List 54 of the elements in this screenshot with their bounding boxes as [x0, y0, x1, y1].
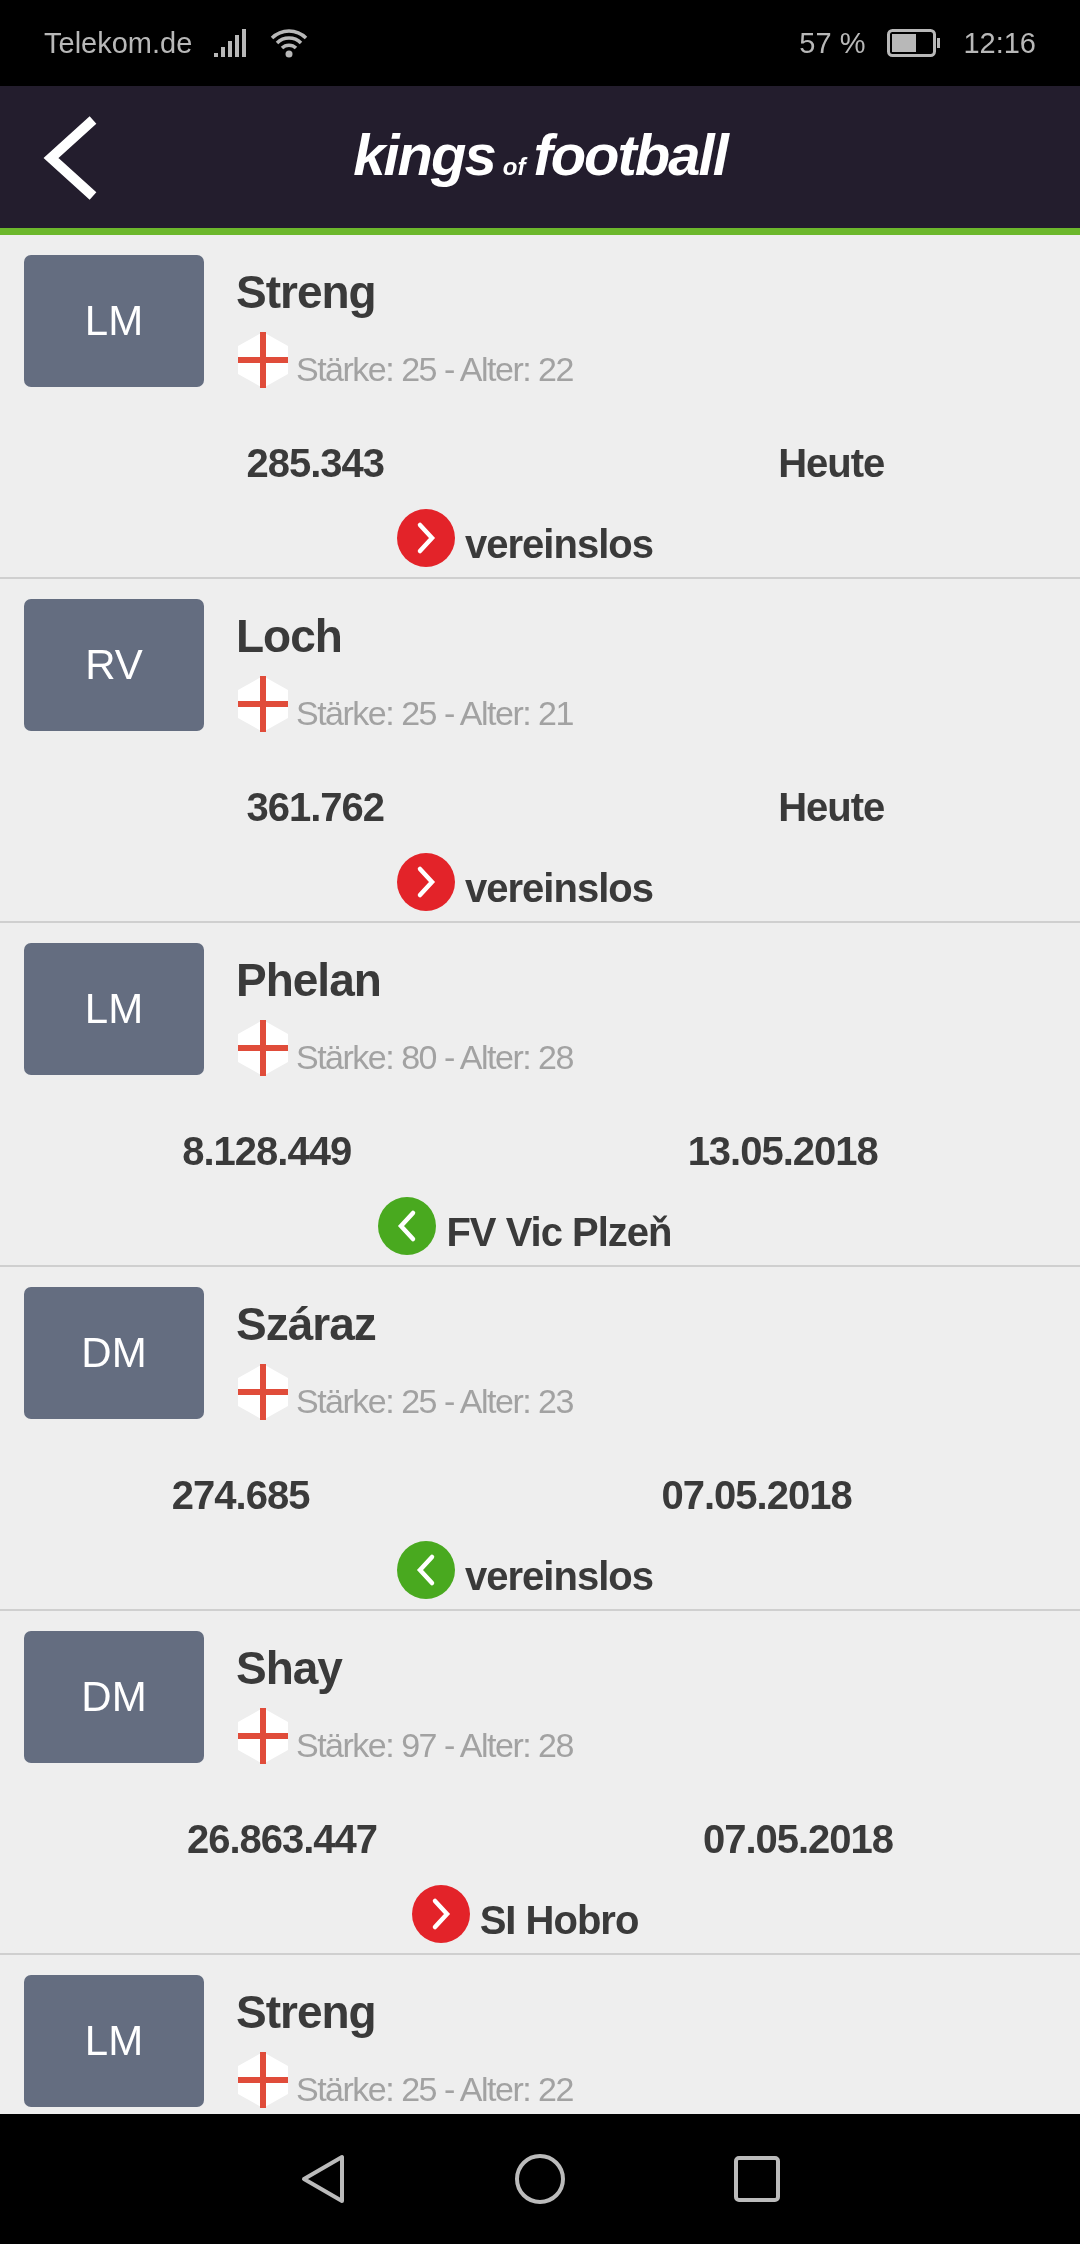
player-stats: Stärke: 97 - Alter: 28 [296, 1726, 573, 1765]
transfer-fee: 26.863.447 [185, 1817, 379, 1862]
transfer-date: 07.05.2018 [701, 1817, 895, 1862]
player-card[interactable]: DM Shay Stärke: 97 - Alter: 28 26.863.447 07.05.2018 SI Hobro [0, 1611, 1080, 1955]
transfer-fee: 8.128.449 [181, 1129, 353, 1174]
player-name: Száraz [236, 1297, 377, 1351]
recents-nav-button[interactable] [734, 2156, 780, 2202]
app-logo: kings of football [353, 120, 727, 188]
carrier-name: Telekom.de [44, 26, 193, 60]
club-name: vereinslos [465, 866, 653, 911]
flag-icon [236, 1363, 290, 1421]
flag-icon [236, 331, 290, 389]
transfer-date: Heute [777, 441, 886, 486]
club-name: SI Hobro [479, 1898, 639, 1943]
home-nav-button[interactable] [514, 2153, 566, 2205]
position-badge: LM [24, 255, 204, 387]
club-name: vereinslos [465, 522, 653, 567]
club-name: vereinslos [465, 1554, 653, 1599]
player-card[interactable]: DM Száraz Stärke: 25 - Alter: 23 274.685 07.05.2018 vereinslos [0, 1267, 1080, 1611]
player-name: Streng [236, 1985, 377, 2039]
player-name: Shay [236, 1641, 344, 1695]
transfer-date: Heute [777, 785, 886, 830]
wifi-icon [270, 28, 309, 58]
flag-icon [236, 1019, 290, 1077]
club-name: FV Vic Plzeň [446, 1210, 672, 1255]
position-badge: DM [24, 1631, 204, 1763]
player-card[interactable]: LM Streng Stärke: 25 - Alter: 22 285.343 Heute vereinslos [0, 235, 1080, 579]
player-stats: Stärke: 25 - Alter: 22 [296, 2070, 573, 2109]
position-badge: LM [24, 943, 204, 1075]
back-nav-button[interactable] [300, 2153, 346, 2205]
flag-icon [236, 675, 290, 733]
player-name: Streng [236, 265, 377, 319]
player-card[interactable]: LM Phelan Stärke: 80 - Alter: 28 8.128.449 13.05.2018 FV Vic Plzeň [0, 923, 1080, 1267]
player-stats: Stärke: 25 - Alter: 22 [296, 350, 573, 389]
position-badge: DM [24, 1287, 204, 1419]
flag-icon [236, 2051, 290, 2109]
flag-icon [236, 1707, 290, 1765]
player-stats: Stärke: 80 - Alter: 28 [296, 1038, 573, 1077]
transfer-fee: 274.685 [170, 1473, 311, 1518]
player-name: Loch [236, 609, 343, 663]
position-badge: RV [24, 599, 204, 731]
player-stats: Stärke: 25 - Alter: 21 [296, 694, 573, 733]
signal-icon [214, 29, 249, 57]
position-badge: LM [24, 1975, 204, 2107]
transfer-date: 07.05.2018 [660, 1473, 853, 1518]
player-stats: Stärke: 25 - Alter: 23 [296, 1382, 573, 1421]
battery-icon [887, 29, 942, 57]
transfer-date: 13.05.2018 [686, 1129, 879, 1174]
battery-percent: 57 % [799, 26, 866, 60]
player-card[interactable]: RV Loch Stärke: 25 - Alter: 21 361.762 Heute vereinslos [0, 579, 1080, 923]
transfer-fee: 285.343 [245, 441, 386, 486]
transfer-fee: 361.762 [245, 785, 386, 830]
clock-time: 12:16 [963, 26, 1036, 60]
player-name: Phelan [236, 953, 382, 1007]
